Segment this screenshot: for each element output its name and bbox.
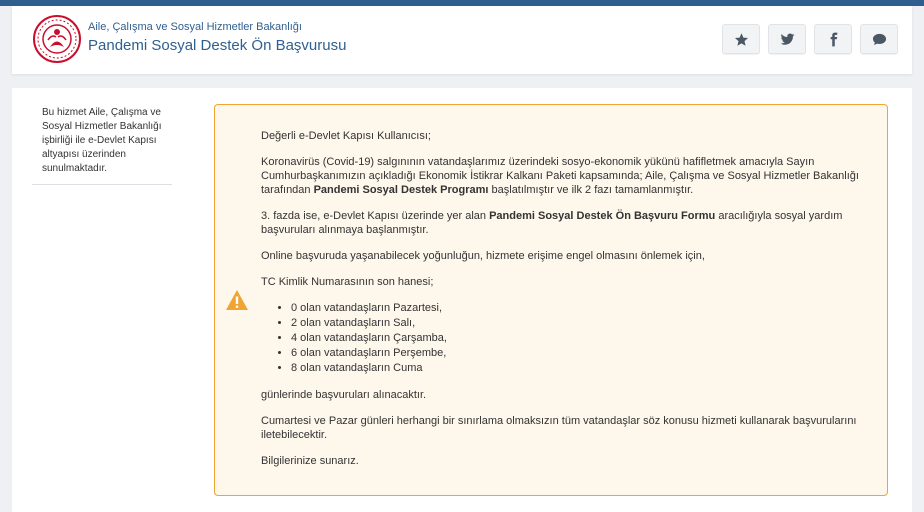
page-header: Aile, Çalışma ve Sosyal Hizmetler Bakanl… — [12, 6, 912, 74]
comment-icon — [872, 33, 886, 45]
notice-paragraph-4: TC Kimlik Numarasının son hanesi; — [261, 276, 434, 288]
list-item: 8 olan vatandaşların Cuma — [291, 361, 881, 376]
notice-box: Değerli e-Devlet Kapısı Kullanıcısı; Kor… — [214, 104, 888, 496]
warning-icon — [226, 290, 248, 310]
notice-paragraph-6: Cumartesi ve Pazar günleri herhangi bir … — [261, 415, 857, 441]
sidebar: Bu hizmet Aile, Çalışma ve Sosyal Hizmet… — [12, 88, 192, 512]
ministry-logo — [33, 15, 81, 63]
comment-button[interactable] — [860, 24, 898, 54]
sidebar-divider — [32, 184, 172, 185]
notice-paragraph-3: Online başvuruda yaşanabilecek yoğunluğu… — [261, 250, 705, 262]
twitter-icon — [780, 33, 794, 45]
sidebar-info-text: Bu hizmet Aile, Çalışma ve Sosyal Hizmet… — [42, 107, 162, 174]
program-name: Pandemi Sosyal Destek Programı — [313, 184, 489, 196]
main-content: Değerli e-Devlet Kapısı Kullanıcısı; Kor… — [192, 88, 912, 512]
list-item: 4 olan vatandaşların Çarşamba, — [291, 331, 881, 346]
notice-content: Değerli e-Devlet Kapısı Kullanıcısı; Kor… — [261, 129, 881, 480]
notice-text: 3. fazda ise, e-Devlet Kapısı üzerinde y… — [261, 210, 490, 222]
notice-paragraph-5: günlerinde başvuruları alınacaktır. — [261, 389, 427, 401]
application-days-list: 0 olan vatandaşların Pazartesi, 2 olan v… — [261, 301, 881, 376]
ministry-name: Aile, Çalışma ve Sosyal Hizmetler Bakanl… — [88, 21, 302, 33]
notice-greeting: Değerli e-Devlet Kapısı Kullanıcısı; — [261, 130, 431, 142]
facebook-icon — [830, 32, 837, 46]
list-item: 0 olan vatandaşların Pazartesi, — [291, 301, 881, 316]
header-actions — [722, 24, 898, 54]
notice-paragraph-1: Koronavirüs (Covid-19) salgınının vatand… — [261, 155, 881, 197]
notice-text: başlatılmıştır ve ilk 2 fazı tamamlanmış… — [488, 184, 694, 196]
service-title: Pandemi Sosyal Destek Ön Başvurusu — [88, 37, 347, 54]
list-item: 6 olan vatandaşların Perşembe, — [291, 346, 881, 361]
star-icon — [734, 32, 748, 46]
notice-closing: Bilgilerinize sunarız. — [261, 455, 359, 467]
twitter-button[interactable] — [768, 24, 806, 54]
favorite-button[interactable] — [722, 24, 760, 54]
facebook-button[interactable] — [814, 24, 852, 54]
notice-paragraph-2: 3. fazda ise, e-Devlet Kapısı üzerinde y… — [261, 209, 881, 237]
list-item: 2 olan vatandaşların Salı, — [291, 316, 881, 331]
form-name: Pandemi Sosyal Destek Ön Başvuru Formu — [489, 210, 716, 222]
